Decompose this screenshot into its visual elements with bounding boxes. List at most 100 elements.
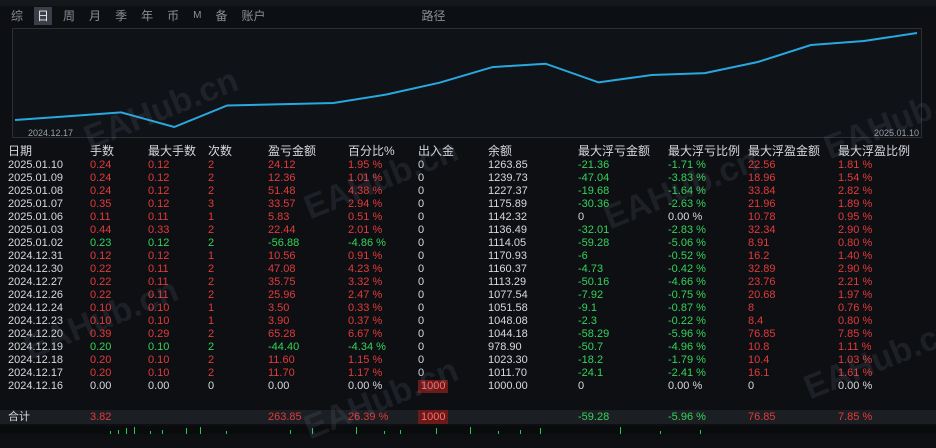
table-cell: 0 bbox=[418, 224, 425, 236]
table-cell: 65.28 bbox=[268, 328, 296, 340]
table-cell: 0.12 bbox=[148, 250, 170, 262]
table-cell: 0.12 bbox=[148, 172, 170, 184]
total-cell: 合计 bbox=[8, 411, 30, 423]
table-cell: 0.22 bbox=[90, 263, 112, 275]
header-cell[interactable]: 盈亏金额 bbox=[268, 144, 316, 159]
table-cell: 0 bbox=[418, 276, 425, 288]
table-cell: 0.12 bbox=[148, 185, 170, 197]
table-row[interactable]: 2025.01.08 0.24 0.12 2 51.48 4.38 % 0 1227.37 -1… bbox=[0, 185, 936, 198]
table-cell: 0 bbox=[418, 237, 425, 249]
table-cell: 0.22 bbox=[90, 276, 112, 288]
table-cell: 2.94 % bbox=[348, 198, 383, 210]
header-cell[interactable]: 最大浮盈金额 bbox=[748, 144, 820, 159]
header-cell[interactable]: 百分比% bbox=[348, 144, 395, 159]
table-cell: 0.76 % bbox=[838, 302, 873, 314]
tab-5[interactable]: 年 bbox=[138, 7, 156, 25]
tab-6[interactable]: 币 bbox=[164, 7, 182, 25]
table-cell: 1.54 % bbox=[838, 172, 873, 184]
tab-9[interactable]: 账户 bbox=[238, 7, 268, 25]
header-cell[interactable]: 日期 bbox=[8, 144, 32, 159]
table-cell: 0.11 bbox=[90, 211, 111, 223]
table-cell: -44.40 bbox=[268, 341, 300, 353]
table-cell: 0.37 % bbox=[348, 315, 383, 327]
table-cell: 2025.01.07 bbox=[8, 198, 64, 210]
table-row[interactable]: 2024.12.24 0.10 0.10 1 3.50 0.33 % 0 1051.58 -9.… bbox=[0, 302, 936, 315]
table-row[interactable]: 2025.01.06 0.11 0.11 1 5.83 0.51 % 0 1142.32 0 0.… bbox=[0, 211, 936, 224]
table-row[interactable]: 2024.12.31 0.12 0.12 1 10.56 0.91 % 0 1170.93 -6… bbox=[0, 250, 936, 263]
table-cell: 0.20 bbox=[90, 341, 112, 353]
table-row[interactable]: 2024.12.30 0.22 0.11 2 47.08 4.23 % 0 1160.37 -4… bbox=[0, 263, 936, 276]
bottom-volume-bar bbox=[0, 426, 936, 434]
header-cell[interactable]: 余额 bbox=[488, 144, 512, 159]
tab-4[interactable]: 季 bbox=[112, 7, 130, 25]
table-row[interactable]: 2025.01.03 0.44 0.33 2 22.44 2.01 % 0 1136.49 -3… bbox=[0, 224, 936, 237]
table-row[interactable]: 2024.12.18 0.20 0.10 2 11.60 1.15 % 0 1023.30 -1… bbox=[0, 354, 936, 367]
table-row[interactable]: 2024.12.16 0.00 0.00 0 0.00 0.00 % 1000 1000.00… bbox=[0, 380, 936, 393]
header-cell[interactable]: 最大浮亏金额 bbox=[578, 144, 650, 159]
tab-10[interactable]: 路径 bbox=[418, 7, 448, 25]
header-cell[interactable]: 次数 bbox=[208, 144, 232, 159]
header-cell[interactable]: 最大浮亏比例 bbox=[668, 144, 740, 159]
table-cell: 16.1 bbox=[748, 367, 770, 379]
table-row[interactable]: 2025.01.07 0.35 0.12 3 33.57 2.94 % 0 1175.89 -3… bbox=[0, 198, 936, 211]
table-row[interactable]: 2024.12.17 0.20 0.10 2 11.70 1.17 % 0 1011.70 -2… bbox=[0, 367, 936, 380]
table-row[interactable]: 2025.01.09 0.24 0.12 2 12.36 1.01 % 0 1239.73 -4… bbox=[0, 172, 936, 185]
table-cell: 1.01 % bbox=[348, 172, 383, 184]
table-cell: 1.17 % bbox=[348, 367, 383, 379]
table-row[interactable]: 2024.12.20 0.39 0.29 2 65.28 6.67 % 0 1044.18 -5… bbox=[0, 328, 936, 341]
table-row[interactable]: 2024.12.23 0.10 0.10 1 3.90 0.37 % 0 1048.08 -2.… bbox=[0, 315, 936, 328]
header-cell[interactable]: 手数 bbox=[90, 144, 114, 159]
table-cell: -4.73 bbox=[578, 263, 604, 275]
tab-8[interactable]: 备 bbox=[212, 7, 230, 25]
table-row[interactable]: 2025.01.02 0.23 0.12 2 -56.88 -4.86 % 0 1114.05… bbox=[0, 237, 936, 250]
table-row[interactable]: 2024.12.27 0.22 0.11 2 35.75 3.32 % 0 1113.29 -5… bbox=[0, 276, 936, 289]
table-cell: 1.11 % bbox=[838, 341, 872, 353]
table-cell: 1239.73 bbox=[488, 172, 528, 184]
table-cell: 0 bbox=[418, 211, 425, 223]
table-cell: 0.00 bbox=[268, 380, 290, 392]
period-tabs: 综日周月季年币 M 备账户 路径 bbox=[0, 6, 936, 26]
table-cell: 0 bbox=[418, 354, 425, 366]
table-cell: -21.36 bbox=[578, 159, 610, 171]
table-row[interactable]: 2024.12.26 0.22 0.11 2 25.96 2.47 % 0 1077.54 -7… bbox=[0, 289, 936, 302]
header-cell[interactable]: 最大手数 bbox=[148, 144, 196, 159]
header-cell[interactable]: 最大浮盈比例 bbox=[838, 144, 910, 159]
tab-2[interactable]: 周 bbox=[60, 7, 78, 25]
table-cell: -3.83 % bbox=[668, 172, 706, 184]
tab-3[interactable]: 月 bbox=[86, 7, 104, 25]
table-cell: 0.39 bbox=[90, 328, 112, 340]
table-cell: 1113.29 bbox=[488, 276, 527, 288]
tab-0[interactable]: 综 bbox=[8, 7, 26, 25]
table-cell: 0.24 bbox=[90, 185, 112, 197]
table-cell: 3.50 bbox=[268, 302, 290, 314]
total-cell: 76.85 bbox=[748, 411, 776, 423]
table-cell: 0.00 % bbox=[668, 211, 703, 223]
table-cell: -56.88 bbox=[268, 237, 300, 249]
table-cell: 1000.00 bbox=[488, 380, 528, 392]
table-cell: 11.70 bbox=[268, 367, 295, 379]
table-cell: -18.2 bbox=[578, 354, 604, 366]
tab-7[interactable]: M bbox=[190, 7, 204, 25]
table-cell: 1 bbox=[208, 315, 215, 327]
tab-1[interactable]: 日 bbox=[34, 7, 53, 25]
table-cell: -2.63 % bbox=[668, 198, 706, 210]
table-cell: -50.16 bbox=[578, 276, 610, 288]
table-row[interactable]: 2025.01.10 0.24 0.12 2 24.12 1.95 % 0 1263.85 -2… bbox=[0, 159, 936, 172]
volume-tick bbox=[200, 426, 201, 434]
table-cell: 1 bbox=[208, 302, 215, 314]
table-cell: 21.96 bbox=[748, 198, 776, 210]
table-cell: 2.90 % bbox=[838, 224, 873, 236]
table-cell: 0.11 bbox=[148, 289, 169, 301]
header-cell[interactable]: 出入金 bbox=[418, 144, 454, 159]
table-cell: -1.71 % bbox=[668, 159, 706, 171]
table-cell: -19.68 bbox=[578, 185, 610, 197]
table-cell: 2 bbox=[208, 172, 215, 184]
table-cell: 1 bbox=[208, 211, 215, 223]
table-cell: 6.67 % bbox=[348, 328, 383, 340]
table-row[interactable]: 2024.12.19 0.20 0.10 2 -44.40 -4.34 % 0 978.90 -… bbox=[0, 341, 936, 354]
table-cell: 0.10 bbox=[148, 367, 170, 379]
table-cell: 1170.93 bbox=[488, 250, 527, 262]
total-cell: 7.85 % bbox=[838, 411, 873, 423]
table-cell: 1023.30 bbox=[488, 354, 528, 366]
table-cell: 1.61 % bbox=[838, 367, 873, 379]
